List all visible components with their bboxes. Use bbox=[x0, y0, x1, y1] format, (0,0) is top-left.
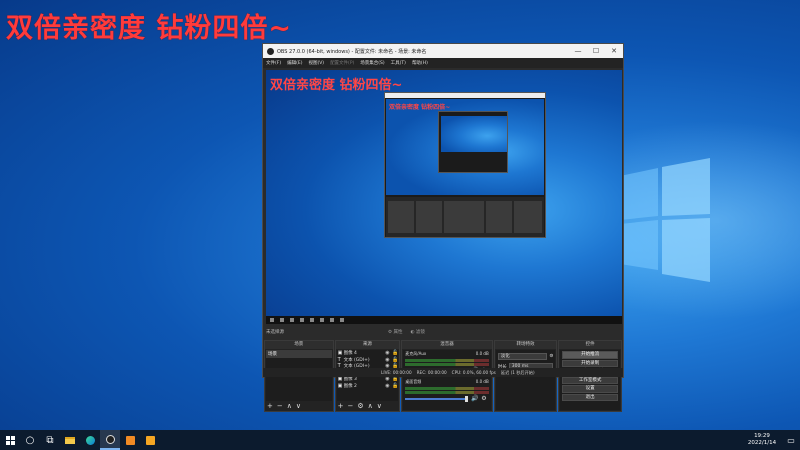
volume-slider[interactable] bbox=[405, 398, 468, 400]
menu-edit[interactable]: 编辑(E) bbox=[287, 60, 302, 66]
sources-dock-title: 来源 bbox=[335, 341, 400, 349]
source-name: 文本 (GDI+) bbox=[343, 357, 370, 363]
desktop-overlay-text: 双倍亲密度 钻粉四倍~ bbox=[6, 13, 293, 44]
menu-file[interactable]: 文件(F) bbox=[266, 60, 281, 66]
source-settings-button[interactable]: ⚙ bbox=[357, 402, 363, 410]
add-scene-button[interactable]: + bbox=[267, 402, 273, 410]
file-explorer-icon[interactable] bbox=[60, 430, 80, 450]
preview-overlay-text: 双倍亲密度 钻粉四倍~ bbox=[270, 78, 403, 93]
visibility-eye-icon[interactable]: ◉ bbox=[385, 376, 392, 382]
nested-obs-capture: 双倍亲密度 钻粉四倍~ bbox=[384, 92, 546, 238]
studio-mode-button[interactable]: 工作室模式 bbox=[562, 376, 618, 384]
properties-button[interactable]: ⚙ 属性 bbox=[388, 329, 402, 335]
obs-window: OBS 27.0.0 (64-bit, windows) - 配置文件: 未命名… bbox=[262, 43, 624, 412]
obs-statusbar: LIVE: 00:00:00 REC: 00:00:00 CPU: 0.0%, … bbox=[263, 368, 623, 377]
obs-titlebar[interactable]: OBS 27.0.0 (64-bit, windows) - 配置文件: 未命名… bbox=[263, 44, 623, 58]
source-toolbar: 未选择源 ⚙ 属性 ◐ 滤镜 bbox=[263, 326, 623, 338]
obs-window-title: OBS 27.0.0 (64-bit, windows) - 配置文件: 未命名… bbox=[277, 48, 427, 55]
menu-scene-collection[interactable]: 场景集合(S) bbox=[360, 60, 384, 66]
live-status: LIVE: 00:00:00 bbox=[381, 370, 412, 375]
lock-icon[interactable]: 🔓 bbox=[392, 376, 398, 382]
task-view-icon[interactable]: ⧉ bbox=[40, 430, 60, 450]
transitions-dock-title: 转场特效 bbox=[494, 341, 557, 349]
source-name: 图像 3 bbox=[343, 377, 357, 383]
minimize-button[interactable]: — bbox=[569, 47, 587, 55]
menu-view[interactable]: 视图(V) bbox=[308, 60, 324, 66]
cpu-status: CPU: 0.0%, 60.00 fps bbox=[451, 370, 496, 375]
rec-status: REC: 00:00:00 bbox=[416, 370, 447, 375]
search-icon[interactable]: ○ bbox=[20, 430, 40, 450]
windows-start-icon bbox=[5, 435, 15, 445]
source-name: 图像 2 bbox=[343, 383, 357, 389]
visibility-eye-icon[interactable]: ◉ bbox=[385, 383, 392, 389]
menu-tools[interactable]: 工具(T) bbox=[391, 60, 406, 66]
obs-menubar: 文件(F) 编辑(E) 视图(V) 配置文件(P) 场景集合(S) 工具(T) … bbox=[263, 58, 623, 68]
taskbar-clock[interactable]: 19:29 2022/1/14 bbox=[742, 433, 782, 447]
windows-logo-wallpaper bbox=[620, 158, 710, 282]
maximize-button[interactable]: ☐ bbox=[587, 47, 605, 55]
transition-select[interactable]: 淡化 bbox=[497, 353, 548, 360]
lock-icon[interactable]: 🔓 bbox=[392, 350, 398, 356]
channel-name: 麦克风/Aux bbox=[405, 351, 427, 356]
speaker-icon[interactable]: 🔊 bbox=[471, 395, 478, 402]
scene-down-button[interactable]: ∨ bbox=[296, 402, 301, 410]
channel-db: 0.0 dB bbox=[475, 351, 489, 356]
delay-status: 延迟 (1 秒后开始) bbox=[500, 369, 535, 375]
transition-gear-icon[interactable]: ⚙ bbox=[549, 354, 553, 359]
start-streaming-button[interactable]: 开始推流 bbox=[562, 351, 618, 359]
source-item[interactable]: T 文本 (GDI+) ◉ 🔓 bbox=[337, 357, 399, 364]
nested-docks bbox=[386, 197, 544, 237]
source-item[interactable]: ▣ 图像 4 ◉ 🔓 bbox=[337, 350, 399, 357]
obs-taskbar-icon[interactable] bbox=[100, 430, 120, 450]
lock-icon[interactable]: 🔓 bbox=[392, 383, 398, 389]
preview-taskbar bbox=[266, 316, 622, 324]
lock-icon[interactable]: 🔓 bbox=[392, 357, 398, 363]
source-name: 图像 4 bbox=[343, 351, 357, 357]
menu-help[interactable]: 帮助(H) bbox=[412, 60, 428, 66]
obs-preview[interactable]: 双倍亲密度 钻粉四倍~ 双倍亲密度 钻粉四倍~ bbox=[266, 70, 622, 324]
edge-browser-icon[interactable] bbox=[80, 430, 100, 450]
scene-item[interactable]: 场景 bbox=[266, 350, 332, 358]
notification-icon[interactable]: ▭ bbox=[782, 436, 800, 445]
channel-name: 桌面音频 bbox=[405, 379, 422, 384]
app-icon-orange-2[interactable] bbox=[140, 430, 160, 450]
mixer-channel-desktop: 桌面音频 0.0 dB 🔊 ⚙ bbox=[403, 378, 490, 406]
add-source-button[interactable]: + bbox=[338, 402, 344, 410]
source-item[interactable]: ▣ 图像 2 ◉ 🔓 bbox=[337, 383, 399, 390]
system-tray: 19:29 2022/1/14 ▭ bbox=[742, 430, 800, 450]
scenes-dock-title: 场景 bbox=[265, 341, 333, 349]
gear-icon[interactable]: ⚙ bbox=[481, 395, 486, 402]
nested-overlay-text: 双倍亲密度 钻粉四倍~ bbox=[389, 104, 451, 111]
start-button[interactable] bbox=[0, 430, 20, 450]
scene-up-button[interactable]: ∧ bbox=[287, 402, 292, 410]
close-button[interactable]: ✕ bbox=[605, 47, 623, 55]
menu-profile: 配置文件(P) bbox=[330, 61, 355, 66]
remove-source-button[interactable]: − bbox=[347, 402, 353, 410]
mixer-dock-title: 混音器 bbox=[402, 341, 492, 349]
windows-taskbar: ○ ⧉ 19:29 2022/1/14 ▭ bbox=[0, 430, 800, 450]
controls-dock-title: 控件 bbox=[559, 341, 621, 349]
filters-button[interactable]: ◐ 滤镜 bbox=[410, 329, 424, 335]
obs-logo-icon bbox=[267, 47, 274, 55]
settings-button[interactable]: 设置 bbox=[562, 385, 618, 393]
no-source-label: 未选择源 bbox=[266, 330, 284, 335]
volume-knob[interactable] bbox=[465, 396, 469, 402]
visibility-eye-icon[interactable]: ◉ bbox=[385, 357, 392, 363]
clock-date: 2022/1/14 bbox=[747, 440, 777, 446]
exit-button[interactable]: 退出 bbox=[562, 393, 618, 401]
clock-time: 19:29 bbox=[754, 433, 770, 439]
channel-db: 0.0 dB bbox=[475, 379, 489, 384]
visibility-eye-icon[interactable]: ◉ bbox=[385, 350, 392, 356]
app-icon-orange-1[interactable] bbox=[120, 430, 140, 450]
nested-inner-capture bbox=[438, 111, 508, 173]
start-recording-button[interactable]: 开始录制 bbox=[562, 359, 618, 367]
remove-scene-button[interactable]: − bbox=[277, 402, 283, 410]
source-up-button[interactable]: ∧ bbox=[368, 402, 373, 410]
source-down-button[interactable]: ∨ bbox=[377, 402, 382, 410]
